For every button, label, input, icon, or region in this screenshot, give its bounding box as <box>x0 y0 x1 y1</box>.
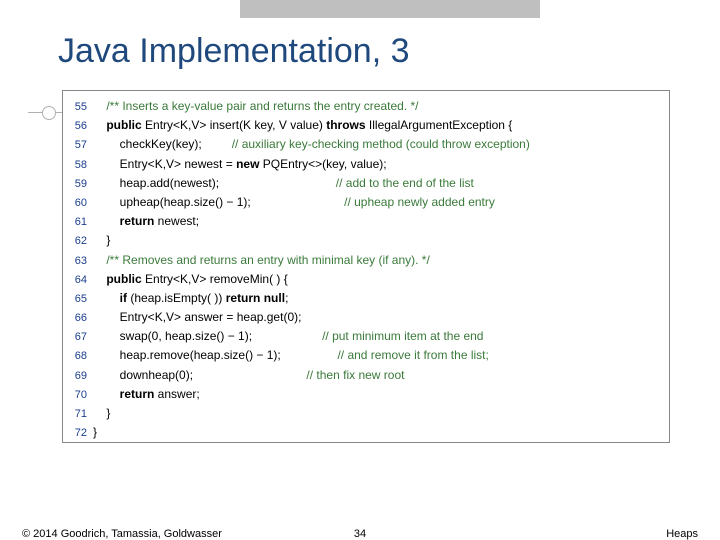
code-kw: throws <box>326 118 365 132</box>
line-number: 61 <box>63 213 93 232</box>
code-line: 63 /** Removes and returns an entry with… <box>63 251 669 270</box>
code-comment-inline: // add to the end of the list <box>336 176 474 190</box>
line-number: 65 <box>63 290 93 309</box>
code-kw: return null <box>226 291 285 305</box>
code-content: /** Removes and returns an entry with mi… <box>93 251 669 270</box>
line-number: 70 <box>63 386 93 405</box>
code-comment-inline: // auxiliary key-checking method (could … <box>232 137 530 151</box>
code-content: swap(0, heap.size() − 1); // put minimum… <box>93 327 669 346</box>
line-number: 66 <box>63 309 93 328</box>
code-content: } <box>93 231 669 250</box>
code-text: newest; <box>154 214 199 228</box>
code-line: 55 /** Inserts a key-value pair and retu… <box>63 97 669 116</box>
code-content: downheap(0); // then fix new root <box>93 366 669 385</box>
code-comment-inline: // and remove it from the list; <box>337 348 488 362</box>
code-content: if (heap.isEmpty( )) return null; <box>93 289 669 308</box>
line-number: 59 <box>63 175 93 194</box>
code-line: 72} <box>63 423 669 442</box>
code-text: ; <box>285 291 288 305</box>
code-line: 58 Entry<K,V> newest = new PQEntry<>(key… <box>63 155 669 174</box>
code-text: upheap(heap.size() − 1); <box>120 195 344 209</box>
code-content: upheap(heap.size() − 1); // upheap newly… <box>93 193 669 212</box>
slide-title: Java Implementation, 3 <box>58 32 410 71</box>
code-comment-inline: // put minimum item at the end <box>322 329 483 343</box>
code-line: 61 return newest; <box>63 212 669 231</box>
code-content: heap.remove(heap.size() − 1); // and rem… <box>93 346 669 365</box>
code-text: heap.add(newest); <box>120 176 336 190</box>
code-content: public Entry<K,V> removeMin( ) { <box>93 270 669 289</box>
code-text: Entry<K,V> answer = heap.get(0); <box>120 310 302 324</box>
line-number: 67 <box>63 328 93 347</box>
top-accent-bar <box>240 0 540 18</box>
code-text: } <box>106 233 110 247</box>
code-line: 60 upheap(heap.size() − 1); // upheap ne… <box>63 193 669 212</box>
line-number: 60 <box>63 194 93 213</box>
line-number: 58 <box>63 156 93 175</box>
code-line: 70 return answer; <box>63 385 669 404</box>
line-number: 63 <box>63 252 93 271</box>
code-content: return newest; <box>93 212 669 231</box>
code-listing: 55 /** Inserts a key-value pair and retu… <box>62 90 670 443</box>
code-kw: if <box>120 291 127 305</box>
code-text: } <box>93 425 97 439</box>
code-line: 56 public Entry<K,V> insert(K key, V val… <box>63 116 669 135</box>
code-doccomment: /** Inserts a key-value pair and returns… <box>106 99 418 113</box>
line-number: 71 <box>63 405 93 424</box>
code-text: IllegalArgumentException { <box>366 118 513 132</box>
code-content: Entry<K,V> newest = new PQEntry<>(key, v… <box>93 155 669 174</box>
code-content: heap.add(newest); // add to the end of t… <box>93 174 669 193</box>
code-content: } <box>93 423 669 442</box>
code-comment-inline: // upheap newly added entry <box>344 195 495 209</box>
code-content: public Entry<K,V> insert(K key, V value)… <box>93 116 669 135</box>
code-text: answer; <box>154 387 199 401</box>
code-line: 71 } <box>63 404 669 423</box>
code-text: PQEntry<>(key, value); <box>259 157 386 171</box>
code-kw: return <box>120 387 155 401</box>
line-number: 64 <box>63 271 93 290</box>
code-text: } <box>106 406 110 420</box>
code-line: 59 heap.add(newest); // add to the end o… <box>63 174 669 193</box>
page-number: 34 <box>0 528 720 540</box>
line-number: 57 <box>63 136 93 155</box>
code-kw: new <box>236 157 259 171</box>
code-line: 57 checkKey(key); // auxiliary key-check… <box>63 135 669 154</box>
code-text: swap(0, heap.size() − 1); <box>120 329 322 343</box>
line-number: 72 <box>63 424 93 443</box>
code-kw: return <box>120 214 155 228</box>
code-line: 69 downheap(0); // then fix new root <box>63 366 669 385</box>
code-line: 66 Entry<K,V> answer = heap.get(0); <box>63 308 669 327</box>
code-content: /** Inserts a key-value pair and returns… <box>93 97 669 116</box>
line-number: 56 <box>63 117 93 136</box>
line-number: 55 <box>63 98 93 117</box>
code-kw: public <box>106 272 141 286</box>
code-content: Entry<K,V> answer = heap.get(0); <box>93 308 669 327</box>
code-text: Entry<K,V> insert(K key, V value) <box>142 118 327 132</box>
code-comment-inline: // then fix new root <box>306 368 404 382</box>
code-line: 68 heap.remove(heap.size() − 1); // and … <box>63 346 669 365</box>
code-doccomment: /** Removes and returns an entry with mi… <box>106 253 429 267</box>
code-text: checkKey(key); <box>120 137 232 151</box>
code-text: downheap(0); <box>120 368 307 382</box>
code-content: } <box>93 404 669 423</box>
line-number: 68 <box>63 347 93 366</box>
code-line: 65 if (heap.isEmpty( )) return null; <box>63 289 669 308</box>
code-content: checkKey(key); // auxiliary key-checking… <box>93 135 669 154</box>
code-content: return answer; <box>93 385 669 404</box>
code-line: 64 public Entry<K,V> removeMin( ) { <box>63 270 669 289</box>
line-number: 69 <box>63 367 93 386</box>
code-line: 67 swap(0, heap.size() − 1); // put mini… <box>63 327 669 346</box>
code-text: Entry<K,V> removeMin( ) { <box>142 272 288 286</box>
code-line: 62 } <box>63 231 669 250</box>
code-text: heap.remove(heap.size() − 1); <box>120 348 338 362</box>
code-text: (heap.isEmpty( )) <box>127 291 226 305</box>
topic-label: Heaps <box>666 528 698 540</box>
code-kw: public <box>106 118 141 132</box>
line-number: 62 <box>63 232 93 251</box>
code-text: Entry<K,V> newest = <box>120 157 236 171</box>
